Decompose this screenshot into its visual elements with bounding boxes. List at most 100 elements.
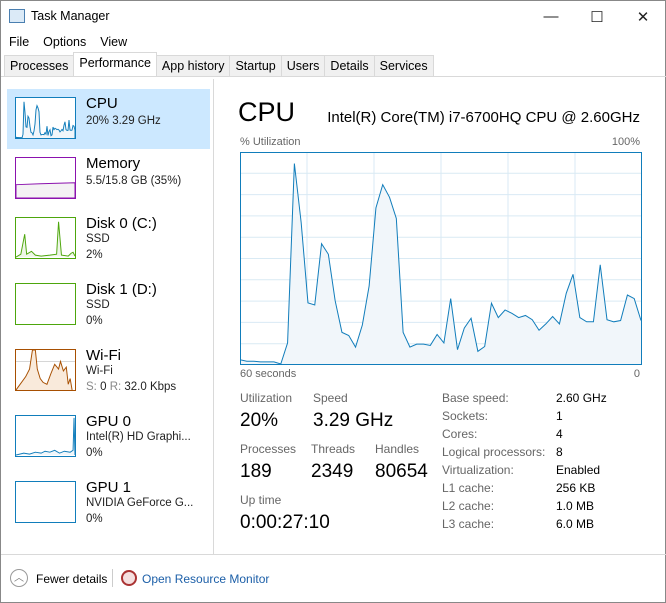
spec-row: Cores: 4 [442, 427, 607, 445]
spec-label: L3 cache: [442, 517, 495, 531]
sidebar-item-cpu[interactable]: CPU 20% 3.29 GHz [7, 89, 210, 149]
tab-performance[interactable]: Performance [73, 52, 157, 77]
spec-label: L1 cache: [442, 481, 495, 495]
chevron-up-icon[interactable]: ︿ [10, 569, 28, 587]
spec-row: Virtualization: Enabled [442, 463, 607, 481]
disk0-thumbnail [15, 217, 76, 259]
speed-label: Speed [313, 391, 348, 405]
spec-value: Enabled [556, 463, 601, 477]
sidebar-value: 0% [86, 315, 103, 327]
sidebar-item-gpu1[interactable]: GPU 1 NVIDIA GeForce G... 0% [7, 473, 210, 533]
sidebar-label: Wi-Fi [86, 347, 121, 364]
utilization-value: 20% [240, 410, 279, 431]
spec-label: Virtualization: [442, 463, 514, 477]
sidebar-adapter: Wi-Fi [86, 365, 113, 377]
sidebar-type: SSD [86, 233, 110, 245]
send-label: S: [86, 381, 97, 393]
x-axis-left-label: 60 seconds [240, 368, 297, 380]
spec-value: 8 [556, 445, 563, 459]
sidebar-label: GPU 0 [86, 413, 132, 430]
tab-processes[interactable]: Processes [4, 55, 75, 77]
sidebar-item-disk0[interactable]: Disk 0 (C:) SSD 2% [7, 209, 210, 269]
tab-services[interactable]: Services [373, 55, 434, 77]
sidebar-item-wifi[interactable]: Wi-Fi Wi-Fi S: 0 R: 32.0 Kbps [7, 341, 210, 401]
sidebar-item-gpu0[interactable]: GPU 0 Intel(R) HD Graphi... 0% [7, 407, 210, 467]
fewer-details-button[interactable]: Fewer details [36, 572, 107, 586]
footer-divider [1, 554, 666, 555]
sidebar-gpu-model: NVIDIA GeForce G... [86, 497, 194, 509]
cpu-model: Intel(R) Core(TM) i7-6700HQ CPU @ 2.60GH… [327, 109, 640, 126]
open-resource-monitor-link[interactable]: Open Resource Monitor [142, 572, 269, 586]
spec-row: Sockets: 1 [442, 409, 607, 427]
cpu-utilization-chart [240, 152, 642, 365]
spec-row: L1 cache: 256 KB [442, 481, 607, 499]
receive-value: 32.0 Kbps [124, 381, 177, 393]
y-axis-label: % Utilization [240, 136, 301, 148]
handles-label: Handles [375, 442, 420, 456]
handles-value: 80654 [375, 461, 428, 482]
disk1-thumbnail [15, 283, 76, 325]
threads-value: 2349 [311, 461, 354, 482]
utilization-label: Utilization [240, 391, 293, 405]
sidebar-item-memory[interactable]: Memory 5.5/15.8 GB (35%) [7, 149, 210, 209]
speed-value: 3.29 GHz [313, 410, 394, 431]
gpu0-thumbnail [15, 415, 76, 457]
spec-value: 4 [556, 427, 563, 441]
maximize-button[interactable]: ☐ [574, 1, 620, 32]
menu-view[interactable]: View [100, 35, 127, 49]
spec-label: Sockets: [442, 409, 489, 423]
page-title: CPU [238, 97, 296, 127]
close-button[interactable]: ✕ [620, 1, 666, 32]
sidebar-gpu-model: Intel(R) HD Graphi... [86, 431, 191, 443]
uptime-label: Up time [240, 493, 282, 507]
menu-bar: File Options View [9, 35, 141, 49]
sidebar-label: GPU 1 [86, 479, 132, 496]
sidebar-type: SSD [86, 299, 110, 311]
window-title: Task Manager [31, 9, 110, 23]
sidebar-value: 5.5/15.8 GB (35%) [86, 175, 182, 187]
resource-monitor-icon [121, 570, 137, 586]
cpu-thumbnail [15, 97, 76, 139]
y-max-label: 100% [611, 136, 640, 148]
spec-value: 256 KB [556, 481, 596, 495]
tab-startup[interactable]: Startup [229, 55, 282, 77]
spec-row: Base speed: 2.60 GHz [442, 391, 607, 409]
sidebar-value: 0% [86, 513, 103, 525]
tab-users[interactable]: Users [280, 55, 326, 77]
spec-label: L2 cache: [442, 499, 495, 513]
processes-label: Processes [240, 442, 297, 456]
menu-file[interactable]: File [9, 35, 29, 49]
sidebar-value: 2% [86, 249, 103, 261]
receive-label: R: [109, 381, 122, 393]
spec-row: L3 cache: 6.0 MB [442, 517, 607, 535]
sidebar-value: 0% [86, 447, 103, 459]
tab-app-history[interactable]: App history [155, 55, 231, 77]
threads-label: Threads [311, 442, 356, 456]
sidebar-label: Disk 0 (C:) [86, 215, 157, 232]
spec-row: L2 cache: 1.0 MB [442, 499, 607, 517]
spec-value: 2.60 GHz [556, 391, 607, 405]
sidebar-item-disk1[interactable]: Disk 1 (D:) SSD 0% [7, 275, 210, 335]
spec-row: Logical processors: 8 [442, 445, 607, 463]
wifi-thumbnail [15, 349, 76, 391]
cpu-specs: Base speed: 2.60 GHz Sockets: 1 Cores: 4 Logic… [442, 391, 607, 535]
spec-label: Logical processors: [442, 445, 546, 459]
spec-label: Base speed: [442, 391, 509, 405]
gpu1-thumbnail [15, 481, 76, 523]
tab-bar: Processes Performance App history Startu… [4, 52, 434, 77]
processes-value: 189 [240, 461, 272, 482]
sidebar-value: 20% 3.29 GHz [86, 115, 161, 127]
x-axis-right-label: 0 [633, 368, 640, 380]
memory-thumbnail [15, 157, 76, 199]
menu-options[interactable]: Options [43, 35, 86, 49]
uptime-value: 0:00:27:10 [240, 512, 330, 533]
tab-details[interactable]: Details [324, 55, 375, 77]
spec-value: 1.0 MB [556, 499, 595, 513]
spec-value: 1 [556, 409, 563, 423]
sidebar: CPU 20% 3.29 GHz Memory 5.5/15.8 GB (35%… [1, 79, 214, 554]
spec-value: 6.0 MB [556, 517, 595, 531]
minimize-button[interactable]: — [528, 1, 574, 32]
sidebar-label: Memory [86, 155, 141, 172]
sidebar-label: Disk 1 (D:) [86, 281, 157, 298]
sidebar-label: CPU [86, 95, 118, 112]
